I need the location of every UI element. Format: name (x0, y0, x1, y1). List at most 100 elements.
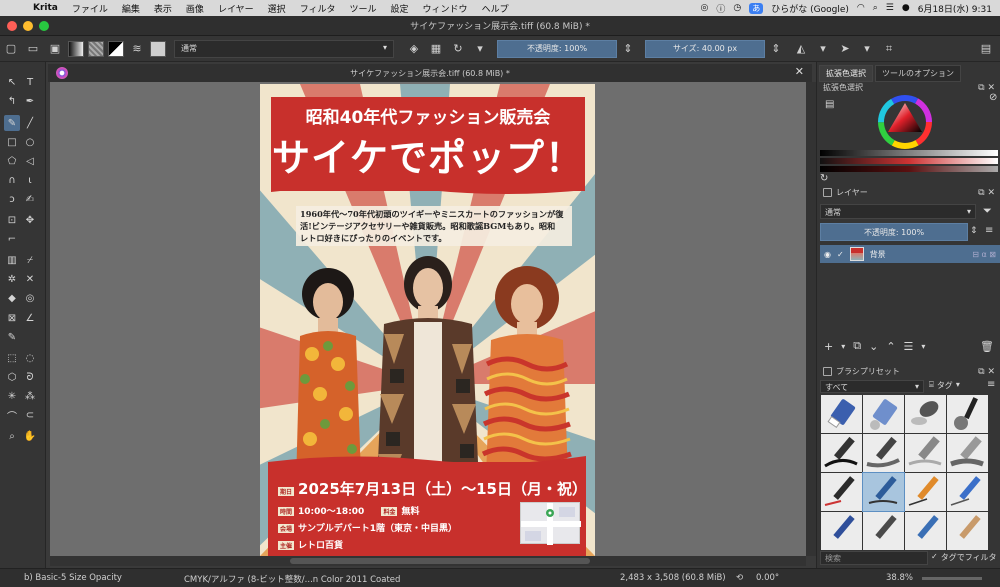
visibility-eye-icon[interactable]: ◉ (824, 250, 831, 259)
zoom-tool-icon[interactable]: ⌕ (4, 428, 20, 444)
bezier-select-tool-icon[interactable]: ⌒ (4, 407, 20, 423)
menu-file[interactable]: ファイル (65, 2, 115, 15)
siri-icon[interactable]: ● (902, 3, 910, 13)
color-settings-icon[interactable]: ▤ (825, 99, 834, 110)
float-close-icon[interactable]: ⧉ ✕ (978, 188, 995, 198)
info-icon[interactable]: ⓘ (716, 2, 725, 15)
rect-select-tool-icon[interactable]: ⬚ (4, 350, 20, 366)
brush-preset-basic-5-selected[interactable] (862, 472, 905, 512)
menu-select[interactable]: 選択 (261, 2, 293, 15)
zoom-slider[interactable] (922, 577, 982, 580)
text-tool-icon[interactable]: T (22, 74, 38, 90)
brush-preset-swatch[interactable] (150, 40, 166, 57)
open-folder-icon[interactable]: ▭ (25, 41, 41, 57)
status-color-space[interactable]: CMYK/アルファ (8-ビット整数/...n Color 2011 Coate… (184, 573, 400, 585)
pattern-swatch[interactable] (88, 40, 104, 57)
refresh-icon[interactable]: ↻ (820, 173, 828, 184)
alpha-lock-icon[interactable]: ▦ (428, 41, 444, 57)
chevron-down-icon[interactable]: ▾ (859, 41, 875, 57)
menu-settings[interactable]: 設定 (384, 2, 416, 15)
brush-preset-pencil-dark[interactable] (821, 473, 862, 511)
menu-layer[interactable]: レイヤー (211, 2, 261, 15)
ime-label[interactable]: ひらがな (Google) (771, 2, 849, 15)
layer-row-background[interactable]: ◉ ✓ 背景 ⊟ α ⊠ (820, 245, 1000, 263)
pan-tool-icon[interactable]: ✋ (22, 428, 38, 444)
size-slider[interactable]: サイズ: 40.00 px (645, 39, 765, 58)
close-window-button[interactable] (7, 21, 17, 31)
status-brush-name[interactable]: b) Basic-5 Size Opacity (24, 573, 122, 583)
menu-tools[interactable]: ツール (343, 2, 384, 15)
menu-help[interactable]: ヘルプ (475, 2, 516, 15)
move-layer-up-icon[interactable]: ⌃ (886, 340, 895, 353)
document-tab-title[interactable]: サイケファッション展示会.tiff (60.8 MiB) * (350, 68, 510, 79)
fill-tool-icon[interactable]: ◆ (4, 290, 20, 306)
enclose-fill-tool-icon[interactable]: ◎ (22, 290, 38, 306)
color-picker-tool-icon[interactable]: ⌿ (22, 252, 38, 268)
eraser-icon[interactable]: ◈ (406, 41, 422, 57)
freehand-brush-tool-icon[interactable]: ✎ (4, 115, 20, 131)
magnetic-select-tool-icon[interactable]: ⊂ (22, 407, 38, 423)
close-document-icon[interactable]: ✕ (795, 65, 804, 78)
colorize-mask-tool-icon[interactable]: ✲ (4, 271, 20, 287)
brush-preset-pencil-blue-2[interactable] (821, 512, 862, 550)
similar-select-tool-icon[interactable]: ⁂ (22, 388, 38, 404)
gradient-tool-icon[interactable]: ▥ (4, 252, 20, 268)
workspace-icon[interactable]: ▤ (978, 41, 994, 57)
brush-tag-button[interactable]: ⌸ タグ ▾ (929, 380, 960, 391)
brush-preset-pencil-orange[interactable] (905, 473, 946, 511)
reload-preset-icon[interactable]: ↻ (450, 41, 466, 57)
crop-tool-icon[interactable]: ⌐ (4, 231, 20, 247)
layer-opacity-stepper[interactable]: ⇕ (970, 226, 978, 236)
mirror-horizontal-icon[interactable]: ◭ (793, 41, 809, 57)
smart-patch-tool-icon[interactable]: ✕ (22, 271, 38, 287)
wifi-icon[interactable]: ◠ (857, 3, 865, 13)
menu-filter[interactable]: フィルタ (293, 2, 343, 15)
ellipse-select-tool-icon[interactable]: ◌ (22, 350, 38, 366)
float-close-icon[interactable]: ⧉ ✕ (978, 83, 995, 93)
contiguous-select-tool-icon[interactable]: ✳ (4, 388, 20, 404)
move-layer-down-icon[interactable]: ⌄ (869, 340, 878, 353)
float-close-icon[interactable]: ⧉ ✕ (978, 367, 995, 377)
select-shapes-tool-icon[interactable]: ↖ (4, 74, 20, 90)
dynamic-brush-tool-icon[interactable]: ↄ (4, 191, 20, 207)
shade-strip-2[interactable] (820, 158, 998, 164)
assistant-tool-icon[interactable]: ⊠ (4, 310, 20, 326)
layer-blend-mode-select[interactable]: 通常 ▾ (820, 204, 976, 219)
no-color-icon[interactable]: ⊘ (989, 92, 997, 103)
tab-advanced-color[interactable]: 拡張色選択 (819, 65, 873, 82)
fg-bg-color-swatch[interactable] (108, 40, 124, 57)
opacity-slider[interactable]: 不透明度: 100% (497, 39, 617, 58)
edit-shapes-tool-icon[interactable]: ↰ (4, 93, 20, 109)
transform-tool-icon[interactable]: ⊡ (4, 212, 20, 228)
reference-tool-icon[interactable]: ✎ (4, 329, 20, 345)
delete-layer-icon[interactable]: 🗑 (980, 340, 994, 353)
mirror-vertical-icon[interactable]: ➤ (837, 41, 853, 57)
brush-preset-blender[interactable] (947, 395, 988, 433)
brush-filter-select[interactable]: すべて ▾ (820, 380, 924, 393)
brush-search-input[interactable]: 検索 (820, 551, 928, 565)
brush-preset-eraser-soft[interactable] (863, 395, 904, 433)
layer-lock-icons[interactable]: ⊟ α ⊠ (972, 250, 996, 259)
duplicate-layer-icon[interactable]: ⧉ (853, 339, 861, 353)
horizontal-scroll-thumb[interactable] (290, 558, 590, 564)
blend-mode-select[interactable]: 通常 ▾ (174, 39, 394, 58)
rotation-icon[interactable]: ⟲ (736, 573, 743, 583)
measure-tool-icon[interactable]: ∠ (22, 310, 38, 326)
move-tool-icon[interactable]: ✥ (22, 212, 38, 228)
filter-icon[interactable]: ⏷ (983, 204, 992, 218)
brush-preset-texture-1[interactable] (863, 512, 904, 550)
tab-tool-options[interactable]: ツールのオプション (875, 65, 961, 82)
brush-preset-marker[interactable] (905, 434, 946, 472)
save-icon[interactable]: ▣ (47, 41, 63, 57)
shade-strip-3[interactable] (820, 166, 998, 172)
status-zoom[interactable]: 38.8% (886, 573, 913, 583)
vertical-scrollbar[interactable] (806, 82, 816, 556)
ime-indicator[interactable]: あ (749, 2, 764, 14)
new-document-icon[interactable]: ▢ (3, 41, 19, 57)
zoom-window-button[interactable] (39, 21, 49, 31)
layer-check-icon[interactable]: ✓ (837, 250, 844, 259)
layer-properties-icon[interactable]: ☰ (904, 340, 914, 353)
brush-preset-texture-3[interactable] (947, 512, 988, 550)
polyline-tool-icon[interactable]: ◁ (22, 153, 38, 169)
wrap-around-icon[interactable]: ⌗ (881, 41, 897, 57)
